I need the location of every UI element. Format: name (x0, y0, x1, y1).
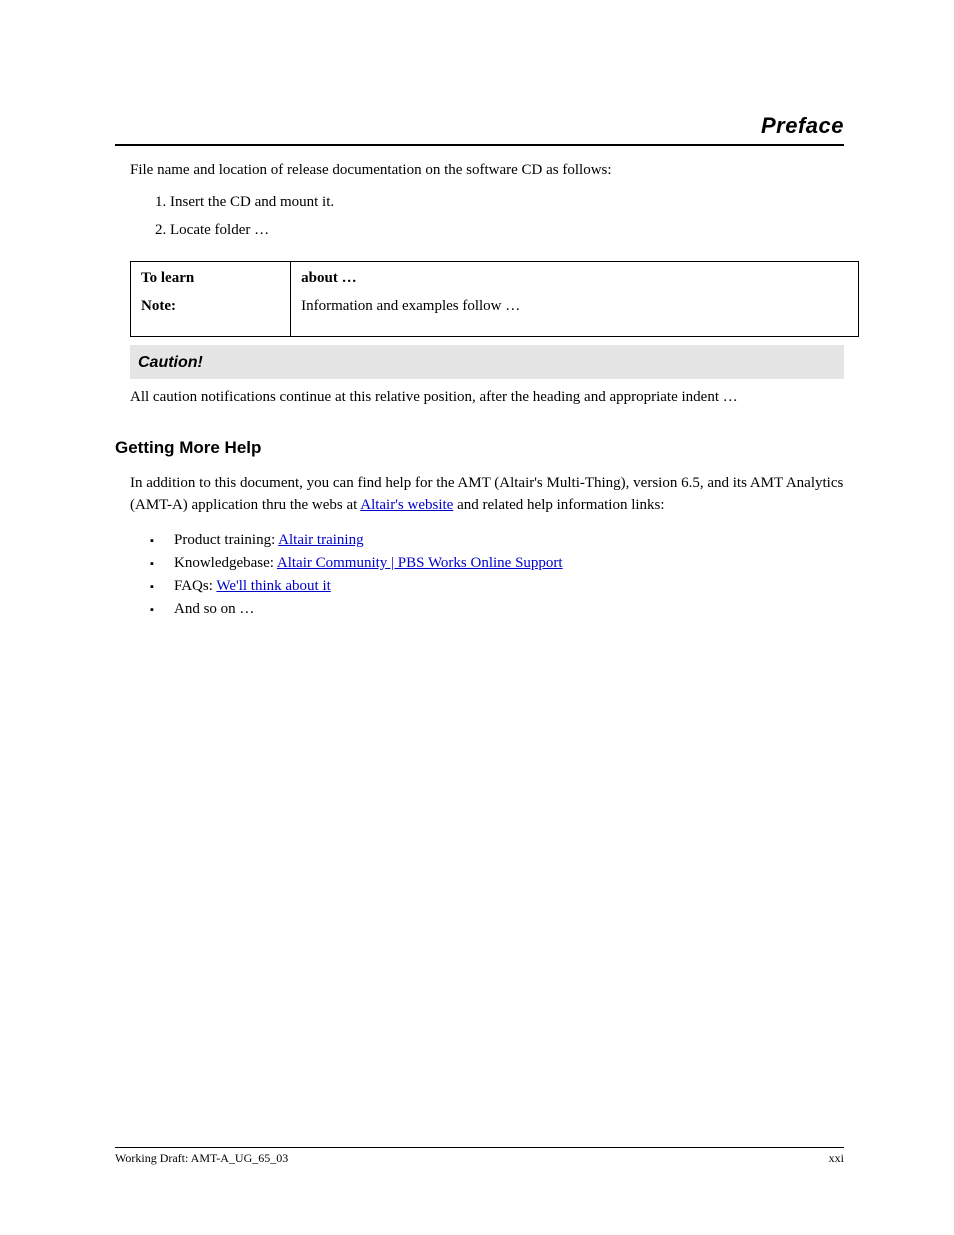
table-note-label: Note: (131, 290, 291, 336)
procedure-step: Locate folder … (170, 220, 844, 242)
caution-label: Caution! (138, 354, 203, 371)
page-header: Preface (115, 110, 844, 146)
procedure-list: Insert the CD and mount it. Locate folde… (170, 192, 844, 242)
link-altair-website[interactable]: Altair's website (360, 497, 453, 513)
bullet-prefix: FAQs: (174, 578, 216, 594)
link-knowledgebase[interactable]: Altair Community | PBS Works Online Supp… (277, 555, 563, 571)
footer-left: Working Draft: AMT-A_UG_65_03 (115, 1150, 288, 1167)
main-content: File name and location of release docume… (115, 160, 844, 630)
table-header-col1: To learn (131, 262, 291, 290)
bullet-prefix: And so on … (174, 601, 254, 617)
info-table: To learn about … Note: Information and e… (130, 261, 859, 337)
section-heading-more-help: Getting More Help (115, 436, 844, 461)
more-help-paragraph: In addition to this document, you can fi… (130, 473, 844, 517)
table-row: Note: Information and examples follow … (131, 290, 859, 336)
procedure-intro: File name and location of release docume… (130, 160, 844, 182)
bullet-prefix: Product training: (174, 532, 278, 548)
page-header-title: Preface (761, 113, 844, 138)
procedure-step: Insert the CD and mount it. (170, 192, 844, 214)
table-header-col2: about … (291, 262, 859, 290)
link-training[interactable]: Altair training (278, 532, 363, 548)
bullet-prefix: Knowledgebase: (174, 555, 277, 571)
table-header-row: To learn about … (131, 262, 859, 290)
help-links-list: Product training: Altair training Knowle… (150, 530, 844, 620)
para-text: and related help information links: (453, 497, 664, 513)
list-item: FAQs: We'll think about it (150, 576, 844, 598)
table-note-text: Information and examples follow … (291, 290, 859, 336)
caution-heading-bar: Caution! (130, 345, 844, 379)
list-item: Product training: Altair training (150, 530, 844, 552)
list-item: Knowledgebase: Altair Community | PBS Wo… (150, 553, 844, 575)
footer-page-number: xxi (829, 1150, 844, 1167)
list-item: And so on … (150, 599, 844, 621)
link-faqs[interactable]: We'll think about it (216, 578, 330, 594)
page-footer: Working Draft: AMT-A_UG_65_03 xxi (115, 1147, 844, 1167)
caution-text: All caution notifications continue at th… (130, 387, 844, 409)
